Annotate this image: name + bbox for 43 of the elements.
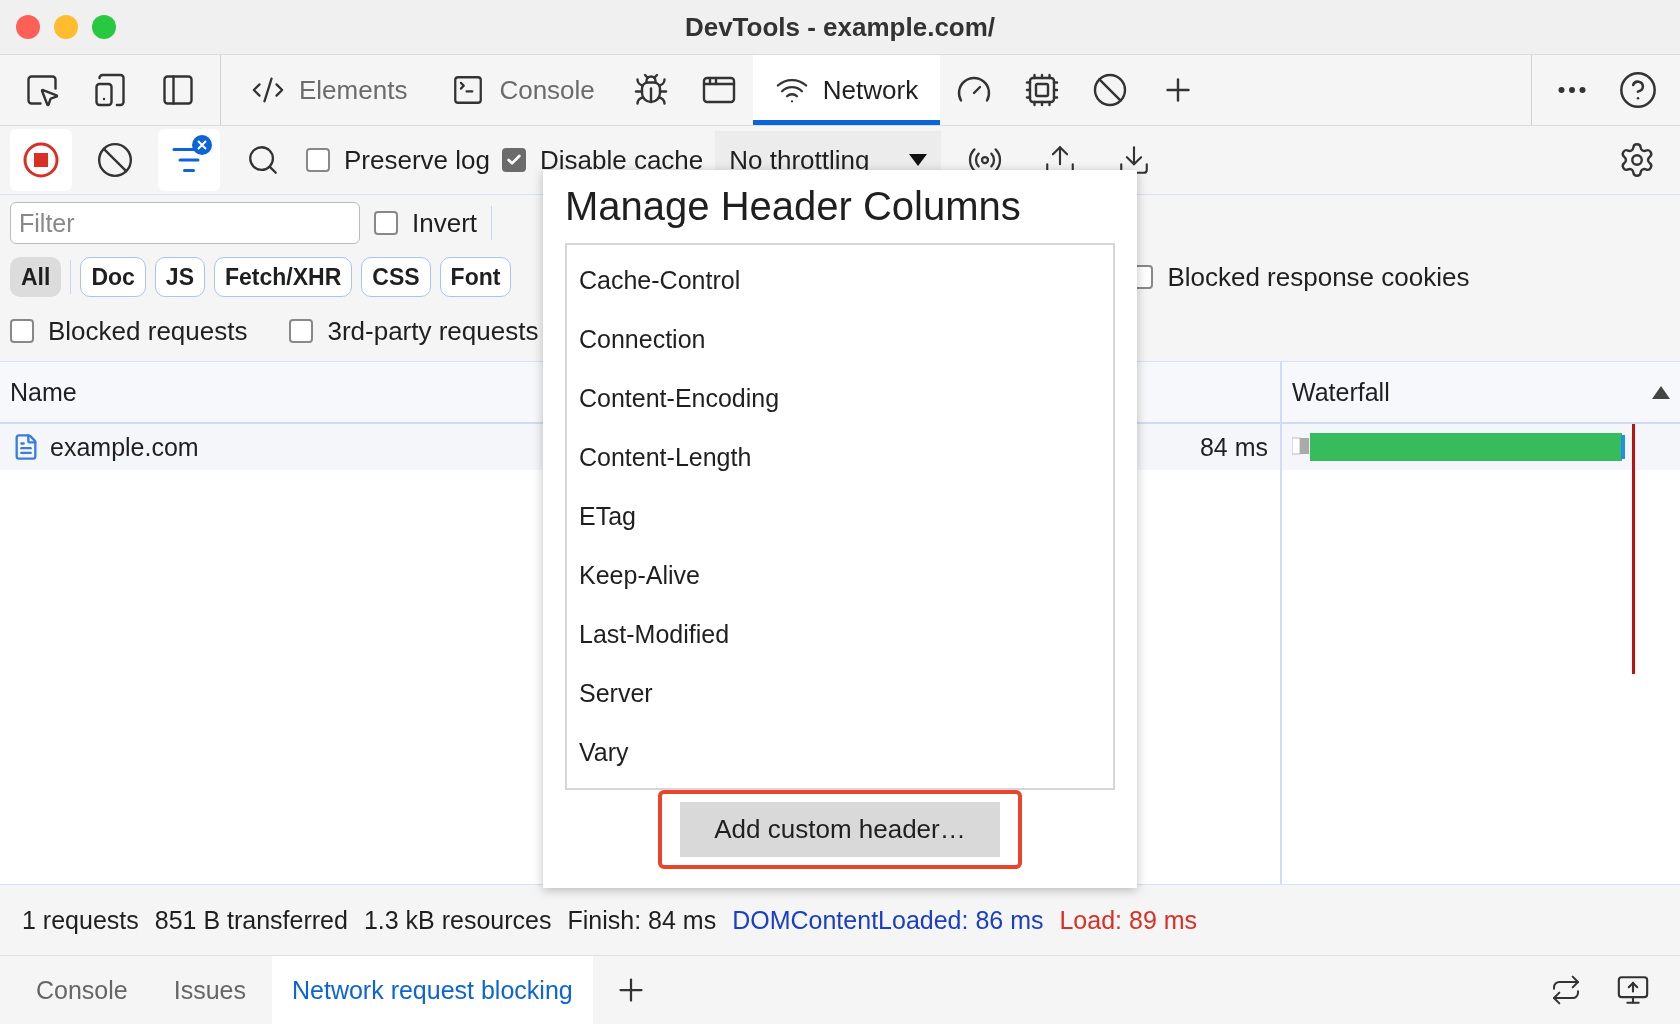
list-item[interactable]: Cache-Control (567, 251, 1113, 310)
panel-tab[interactable]: Network (752, 55, 941, 125)
status-text: Load: 89 ms (1059, 905, 1198, 935)
list-item[interactable]: ETag (567, 487, 1113, 546)
type-filter[interactable]: Fetch/XHR (214, 257, 353, 297)
record-button[interactable] (10, 129, 72, 191)
list-item[interactable]: Keep-Alive (567, 546, 1113, 605)
status-text: 1 requests (22, 905, 139, 935)
table-cell[interactable]: example.com (50, 432, 199, 462)
list-item[interactable]: Server (567, 664, 1113, 723)
close-button[interactable] (16, 15, 40, 39)
filter-field[interactable]: Filter (10, 202, 360, 244)
status-text: DOMContentLoaded: 86 ms (732, 905, 1044, 935)
checkbox[interactable]: Blocked requests (10, 315, 248, 347)
list-item[interactable]: Content-Length (567, 428, 1113, 487)
check-icon (505, 152, 522, 168)
close-badge-icon (192, 135, 212, 155)
checkbox[interactable]: Preserve log (306, 144, 490, 176)
list-item[interactable]: Last-Modified (567, 605, 1113, 664)
list-item[interactable]: Vary (567, 723, 1113, 782)
checkbox[interactable]: Invert (374, 207, 478, 239)
stop-icon (22, 141, 60, 179)
type-filter[interactable]: Doc (80, 257, 146, 297)
type-filter[interactable]: Font (439, 257, 512, 297)
status-text: 851 B transferred (154, 905, 348, 935)
add-header-button[interactable]: Add custom header… (680, 802, 1000, 857)
filter-button[interactable] (158, 129, 220, 191)
type-filter[interactable]: JS (154, 257, 205, 297)
status-text: 1.3 kB resources (363, 905, 552, 935)
window-title: DevTools - example.com/ (684, 11, 996, 43)
sort-icon (1652, 385, 1670, 399)
panel-tab[interactable]: Elements (229, 55, 430, 125)
drawer-tab[interactable]: Console (16, 956, 148, 1024)
type-filter[interactable]: CSS (361, 257, 431, 297)
panel-tab[interactable]: Console (429, 55, 617, 125)
status-text: Finish: 84 ms (567, 905, 717, 935)
type-filter[interactable]: All (10, 257, 62, 297)
table-cell: 84 ms (1199, 432, 1268, 462)
checkbox[interactable]: Disable cache (501, 144, 704, 176)
column-header[interactable]: Waterfall (1280, 362, 1680, 424)
drawer-tab[interactable]: Network request blocking (272, 956, 593, 1024)
checkbox[interactable]: 3rd-party requests (289, 315, 539, 347)
drawer-tab[interactable]: Issues (153, 956, 266, 1024)
